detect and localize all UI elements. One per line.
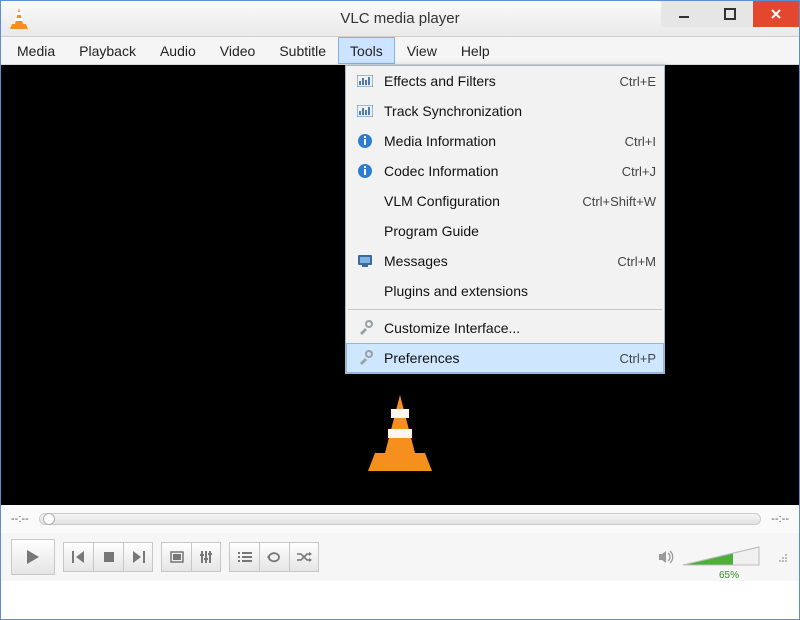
- close-button[interactable]: [753, 1, 799, 27]
- menu-subtitle[interactable]: Subtitle: [267, 37, 338, 64]
- blank-icon: [354, 191, 376, 211]
- tools-dropdown: Effects and Filters Ctrl+E Track Synchro…: [345, 65, 665, 374]
- loop-button[interactable]: [259, 542, 289, 572]
- shuffle-button[interactable]: [289, 542, 319, 572]
- previous-button[interactable]: [63, 542, 93, 572]
- blank-icon: [354, 221, 376, 241]
- equalizer-icon: [354, 71, 376, 91]
- menuitem-shortcut: Ctrl+I: [625, 134, 656, 149]
- vlc-cone-background-icon: [365, 395, 435, 475]
- menu-audio[interactable]: Audio: [148, 37, 208, 64]
- playlist-button[interactable]: [229, 542, 259, 572]
- menuitem-effects-and-filters[interactable]: Effects and Filters Ctrl+E: [346, 66, 664, 96]
- menuitem-media-information[interactable]: Media Information Ctrl+I: [346, 126, 664, 156]
- menuitem-codec-information[interactable]: Codec Information Ctrl+J: [346, 156, 664, 186]
- menu-media[interactable]: Media: [5, 37, 67, 64]
- volume-slider[interactable]: [681, 543, 761, 571]
- menuitem-shortcut: Ctrl+P: [620, 351, 656, 366]
- menuitem-shortcut: Ctrl+Shift+W: [582, 194, 656, 209]
- info-icon: [354, 131, 376, 151]
- playlist-group: [229, 542, 319, 572]
- menuitem-shortcut: Ctrl+E: [620, 74, 656, 89]
- menuitem-plugins-and-extensions[interactable]: Plugins and extensions: [346, 276, 664, 306]
- menuitem-vlm-configuration[interactable]: VLM Configuration Ctrl+Shift+W: [346, 186, 664, 216]
- menuitem-label: Plugins and extensions: [384, 283, 646, 299]
- menuitem-customize-interface[interactable]: Customize Interface...: [346, 313, 664, 343]
- info-icon: [354, 161, 376, 181]
- vlc-cone-icon: [9, 8, 29, 30]
- menubar: Media Playback Audio Video Subtitle Tool…: [1, 37, 799, 65]
- next-button[interactable]: [123, 542, 153, 572]
- tools-icon: [354, 318, 376, 338]
- menuitem-preferences[interactable]: Preferences Ctrl+P: [346, 343, 664, 373]
- menuitem-label: Effects and Filters: [384, 73, 610, 89]
- transport-group: [63, 542, 153, 572]
- menuitem-label: Preferences: [384, 350, 610, 366]
- menu-view[interactable]: View: [395, 37, 449, 64]
- menuitem-label: VLM Configuration: [384, 193, 572, 209]
- elapsed-time: --:--: [11, 513, 29, 525]
- blank-icon: [354, 281, 376, 301]
- menuitem-label: Codec Information: [384, 163, 612, 179]
- menuitem-label: Customize Interface...: [384, 320, 646, 336]
- maximize-button[interactable]: [707, 1, 753, 27]
- menu-tools[interactable]: Tools: [338, 37, 395, 64]
- menuitem-label: Track Synchronization: [384, 103, 646, 119]
- menu-video[interactable]: Video: [208, 37, 268, 64]
- seek-track[interactable]: [39, 513, 762, 525]
- menuitem-shortcut: Ctrl+M: [617, 254, 656, 269]
- total-time: --:--: [771, 513, 789, 525]
- resize-grip-icon[interactable]: [775, 550, 789, 564]
- stop-button[interactable]: [93, 542, 123, 572]
- volume-control: 65%: [657, 543, 761, 571]
- playback-controls: 65%: [1, 533, 799, 581]
- menuitem-label: Messages: [384, 253, 607, 269]
- menu-playback[interactable]: Playback: [67, 37, 148, 64]
- monitor-icon: [354, 251, 376, 271]
- window-controls: [661, 1, 799, 27]
- menuitem-messages[interactable]: Messages Ctrl+M: [346, 246, 664, 276]
- menu-separator: [348, 309, 662, 310]
- seek-handle[interactable]: [43, 513, 55, 525]
- menuitem-label: Program Guide: [384, 223, 646, 239]
- menuitem-program-guide[interactable]: Program Guide: [346, 216, 664, 246]
- menu-help[interactable]: Help: [449, 37, 502, 64]
- seek-bar: --:-- --:--: [1, 505, 799, 533]
- fullscreen-button[interactable]: [161, 542, 191, 572]
- menuitem-track-synchronization[interactable]: Track Synchronization: [346, 96, 664, 126]
- volume-percent: 65%: [719, 570, 739, 581]
- titlebar: VLC media player: [1, 1, 799, 37]
- tools-icon: [354, 348, 376, 368]
- menuitem-label: Media Information: [384, 133, 615, 149]
- play-button[interactable]: [11, 539, 55, 575]
- app-window: VLC media player Media Playback Audio Vi…: [0, 0, 800, 620]
- menuitem-shortcut: Ctrl+J: [622, 164, 656, 179]
- extended-settings-button[interactable]: [191, 542, 221, 572]
- minimize-button[interactable]: [661, 1, 707, 27]
- view-group: [161, 542, 221, 572]
- equalizer-icon: [354, 101, 376, 121]
- speaker-icon[interactable]: [657, 549, 675, 565]
